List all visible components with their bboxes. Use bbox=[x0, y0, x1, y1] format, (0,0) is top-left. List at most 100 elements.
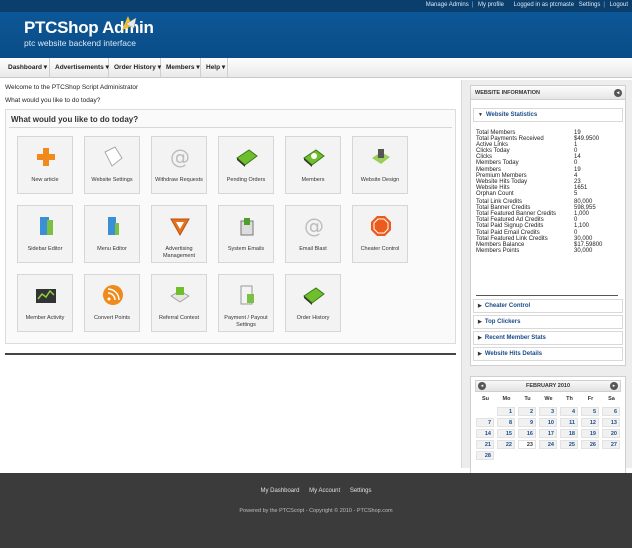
email-box-icon bbox=[240, 218, 254, 236]
collapse-icon[interactable]: ◂ bbox=[614, 89, 622, 97]
tile-member-activity[interactable]: Member Activity bbox=[17, 274, 73, 332]
calendar-weekday: Fr bbox=[587, 396, 594, 402]
tile-label: Payment / Payout Settings bbox=[224, 315, 268, 328]
stat-label: Members Points bbox=[476, 247, 520, 254]
calendar-day[interactable]: 27 bbox=[602, 440, 620, 449]
top-links: Manage Admins | My profile Logged in as p… bbox=[425, 2, 628, 8]
contest-icon bbox=[170, 287, 190, 303]
my-profile-link[interactable]: My profile bbox=[478, 2, 504, 8]
next-month-icon[interactable]: ▸ bbox=[610, 382, 618, 390]
tile-label: Order History bbox=[296, 315, 330, 321]
calendar-day[interactable]: 1 bbox=[497, 407, 515, 416]
tile-email-blast[interactable]: @ Email Blast bbox=[285, 205, 341, 263]
website-statistics-title: Website Statistics bbox=[485, 112, 538, 118]
calendar-day[interactable]: 26 bbox=[581, 440, 599, 449]
calendar-day[interactable]: 24 bbox=[539, 440, 557, 449]
footer-settings-link[interactable]: Settings bbox=[350, 488, 372, 494]
tile-menu-editor[interactable]: Menu Editor bbox=[84, 205, 140, 263]
tile-label: Withdraw Requests bbox=[155, 177, 203, 183]
logged-in-user: Logged in as ptcmaste bbox=[513, 2, 575, 8]
caret-right-icon: ▶ bbox=[478, 335, 482, 341]
calendar-day[interactable]: 11 bbox=[560, 418, 578, 427]
tile-referral-contest[interactable]: Referral Contest bbox=[151, 274, 207, 332]
calendar-day[interactable]: 16 bbox=[518, 429, 536, 438]
tile-sidebar-editor[interactable]: Sidebar Editor bbox=[17, 205, 73, 263]
calendar-day[interactable]: 4 bbox=[560, 407, 578, 416]
tile-website-design[interactable]: Website Design bbox=[352, 136, 408, 194]
calendar-day[interactable]: 9 bbox=[518, 418, 536, 427]
section-website-hits-details[interactable]: ▶ Website Hits Details bbox=[473, 347, 623, 361]
calendar-day[interactable]: 7 bbox=[476, 418, 494, 427]
caret-down-icon: ▼ bbox=[478, 112, 483, 118]
section-recent-member-stats[interactable]: ▶ Recent Member Stats bbox=[473, 331, 623, 345]
rss-icon bbox=[103, 285, 123, 305]
tile-order-history[interactable]: Order History bbox=[285, 274, 341, 332]
calendar-day[interactable]: 28 bbox=[476, 451, 494, 460]
calendar-day[interactable]: 15 bbox=[497, 429, 515, 438]
calendar-day[interactable]: 3 bbox=[539, 407, 557, 416]
calendar-day[interactable]: 25 bbox=[560, 440, 578, 449]
tile-pending-orders[interactable]: Pending Orders bbox=[218, 136, 274, 194]
nav-help[interactable]: Help ▾ bbox=[202, 58, 228, 78]
website-statistics-header[interactable]: ▼ Website Statistics bbox=[473, 108, 623, 122]
calendar-day[interactable]: 6 bbox=[602, 407, 620, 416]
tile-advertising-management[interactable]: Advertising Management bbox=[151, 205, 207, 263]
website-statistics-list: Total Members 19 Total Payments Received $4… bbox=[476, 130, 621, 254]
footer: My Dashboard My Account Settings Powered… bbox=[0, 473, 632, 548]
section-title: Cheater Control bbox=[484, 303, 531, 309]
nav-advertisements[interactable]: Advertisements ▾ bbox=[51, 58, 109, 78]
calendar-day[interactable]: 17 bbox=[539, 429, 557, 438]
calendar-day[interactable]: 5 bbox=[581, 407, 599, 416]
calendar-day[interactable]: 13 bbox=[602, 418, 620, 427]
footer-my-account-link[interactable]: My Account bbox=[309, 488, 340, 494]
caret-right-icon: ▶ bbox=[478, 319, 482, 325]
calendar-day[interactable]: 12 bbox=[581, 418, 599, 427]
calendar-day[interactable]: 23 bbox=[518, 440, 536, 449]
right-sidebar: WEBSITE INFORMATION ◂ ▼ Website Statistic… bbox=[461, 80, 632, 536]
calendar-day[interactable]: 18 bbox=[560, 429, 578, 438]
tile-label: Convert Points bbox=[93, 315, 131, 321]
tile-members[interactable]: Members bbox=[285, 136, 341, 194]
tile-website-settings[interactable]: Website Settings bbox=[84, 136, 140, 194]
tile-cheater-control[interactable]: Cheater Control bbox=[352, 205, 408, 263]
green-book-icon bbox=[303, 287, 325, 305]
stat-value: 30,000 bbox=[574, 247, 593, 254]
welcome-text: Welcome to the PTCShop Script Administra… bbox=[5, 84, 139, 91]
nav-members[interactable]: Members ▾ bbox=[162, 58, 201, 78]
tile-label: System Emails bbox=[227, 246, 265, 252]
tile-label: Website Design bbox=[360, 177, 400, 183]
tile-system-emails[interactable]: System Emails bbox=[218, 205, 274, 263]
tile-payment-payout-settings[interactable]: Payment / Payout Settings bbox=[218, 274, 274, 332]
footer-my-dashboard-link[interactable]: My Dashboard bbox=[260, 488, 299, 494]
manage-admins-link[interactable]: Manage Admins bbox=[426, 2, 469, 8]
calendar-day[interactable]: 19 bbox=[581, 429, 599, 438]
at-icon: @ bbox=[304, 215, 324, 237]
tile-withdraw-requests[interactable]: @ Withdraw Requests bbox=[151, 136, 207, 194]
caret-right-icon: ▶ bbox=[478, 303, 482, 309]
green-book-icon bbox=[236, 149, 258, 167]
tile-new-article[interactable]: New article bbox=[17, 136, 73, 194]
caret-right-icon: ▶ bbox=[478, 351, 482, 357]
settings-link[interactable]: Settings bbox=[579, 2, 601, 8]
calendar-day[interactable]: 22 bbox=[497, 440, 515, 449]
calendar-day[interactable]: 21 bbox=[476, 440, 494, 449]
section-top-clickers[interactable]: ▶ Top Clickers bbox=[473, 315, 623, 329]
payment-icon bbox=[240, 285, 254, 305]
nav-dashboard[interactable]: Dashboard ▾ bbox=[4, 58, 50, 78]
header: Manage Admins | My profile Logged in as p… bbox=[0, 0, 632, 58]
calendar-day[interactable]: 20 bbox=[602, 429, 620, 438]
calendar-header: ◂ FEBRUARY 2010 ▸ bbox=[475, 380, 621, 392]
calendar-day[interactable]: 10 bbox=[539, 418, 557, 427]
logout-link[interactable]: Logout bbox=[610, 2, 628, 8]
calendar-day[interactable]: 14 bbox=[476, 429, 494, 438]
nav-order-history[interactable]: Order History ▾ bbox=[110, 58, 161, 78]
website-information-box: WEBSITE INFORMATION ◂ ▼ Website Statistic… bbox=[470, 85, 626, 366]
calendar-day[interactable]: 2 bbox=[518, 407, 536, 416]
stat-value: 5 bbox=[574, 190, 578, 197]
calendar-day[interactable]: 8 bbox=[497, 418, 515, 427]
section-cheater-control[interactable]: ▶ Cheater Control bbox=[473, 299, 623, 313]
tile-convert-points[interactable]: Convert Points bbox=[84, 274, 140, 332]
sidebar-icon bbox=[40, 217, 53, 235]
tile-label: Cheater Control bbox=[360, 246, 400, 252]
menu-icon bbox=[108, 217, 119, 235]
